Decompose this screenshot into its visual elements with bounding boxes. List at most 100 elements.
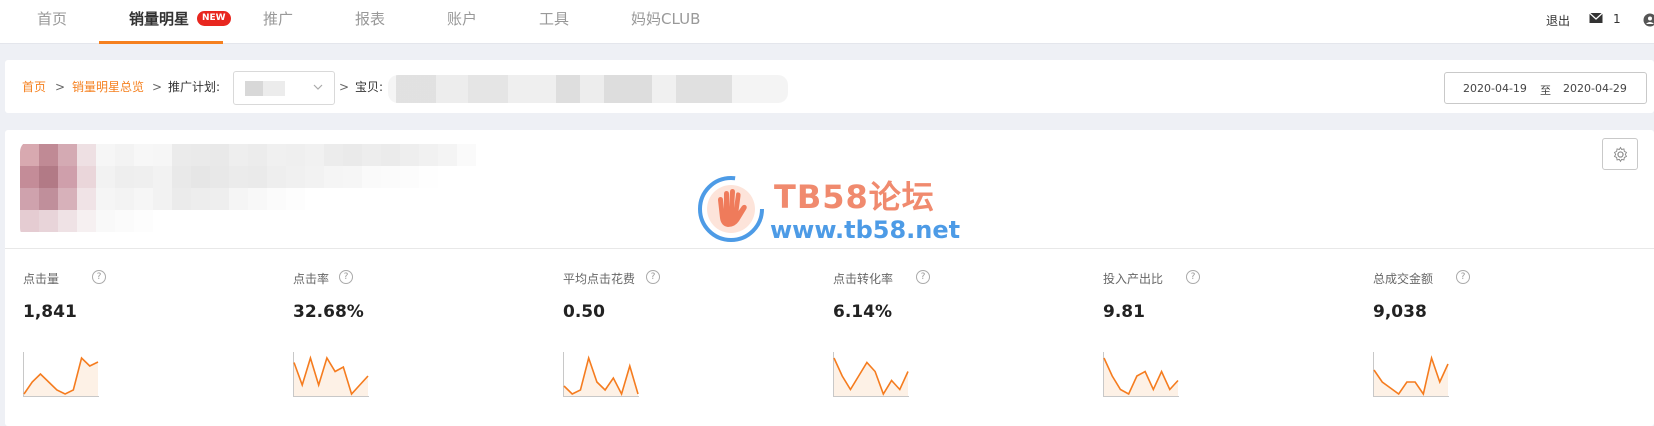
redaction-pixel xyxy=(229,188,248,210)
metric-label: 点击量 xyxy=(23,272,60,286)
metric-value: 32.68% xyxy=(293,302,364,322)
redaction-pixel xyxy=(248,144,267,166)
redaction-pixel xyxy=(419,144,438,166)
metric-label: 点击转化率 xyxy=(833,272,894,286)
redaction-pixel xyxy=(20,188,39,210)
mail-icon[interactable] xyxy=(1589,12,1603,27)
breadcrumb-home[interactable]: 首页 xyxy=(22,80,46,94)
nav-mama-club[interactable]: 妈妈CLUB xyxy=(631,0,700,44)
nav-account[interactable]: 账户 xyxy=(447,0,477,44)
redaction-pixel xyxy=(362,144,381,166)
redaction-pixel xyxy=(153,210,172,232)
redaction-pixel xyxy=(210,188,229,210)
redaction-pixel xyxy=(58,166,77,188)
help-icon[interactable]: ? xyxy=(1186,270,1200,284)
redaction-pixel xyxy=(115,166,134,188)
nav-home[interactable]: 首页 xyxy=(37,0,67,44)
breadcrumb-separator: > xyxy=(55,80,66,94)
redaction-pixel xyxy=(286,166,305,188)
nav-promotion[interactable]: 推广 xyxy=(263,0,293,44)
metric-label: 点击率 xyxy=(293,272,330,286)
trend-sparkline xyxy=(563,352,639,397)
redaction-pixel xyxy=(153,144,172,166)
product-info-redacted xyxy=(20,140,565,240)
redaction-pixel xyxy=(134,144,153,166)
redaction-pixel xyxy=(115,144,134,166)
metric-value: 6.14% xyxy=(833,302,892,322)
redaction-pixel xyxy=(419,210,438,232)
redaction-pixel xyxy=(267,210,286,232)
metric-card: 平均点击花费? 0.50 xyxy=(563,270,823,410)
date-separator: 至 xyxy=(1540,84,1551,97)
redaction-pixel xyxy=(438,188,457,210)
redaction-pixel xyxy=(324,144,343,166)
help-icon[interactable]: ? xyxy=(339,270,353,284)
redaction-pixel xyxy=(96,166,115,188)
redaction-pixel xyxy=(381,166,400,188)
trend-sparkline xyxy=(1103,352,1179,397)
nav-sales-star-label: 销量明星 xyxy=(129,10,190,28)
user-icon[interactable] xyxy=(1643,13,1654,30)
help-icon[interactable]: ? xyxy=(916,270,930,284)
plan-label: 推广计划: xyxy=(168,80,221,94)
redaction-pixel xyxy=(134,188,153,210)
redaction-pixel xyxy=(286,144,305,166)
plan-name-redacted xyxy=(245,81,285,96)
metric-value: 0.50 xyxy=(563,302,605,322)
metric-label: 总成交金额 xyxy=(1373,272,1434,286)
redaction-pixel xyxy=(267,144,286,166)
redaction-pixel xyxy=(400,188,419,210)
sparkline-area xyxy=(834,358,908,396)
redaction-pixel xyxy=(324,188,343,210)
nav-tools[interactable]: 工具 xyxy=(539,0,569,44)
redaction-pixel xyxy=(343,210,362,232)
watermark-title: TB58论坛 xyxy=(774,178,935,216)
metric-card: 点击转化率? 6.14% xyxy=(833,270,1093,410)
date-range-picker[interactable]: 2020-04-19 至 2020-04-29 xyxy=(1444,72,1647,104)
settings-button[interactable] xyxy=(1602,138,1638,170)
redaction-pixel xyxy=(267,188,286,210)
redaction-pixel xyxy=(305,210,324,232)
metric-card: 投入产出比? 9.81 xyxy=(1103,270,1363,410)
mail-count: 1 xyxy=(1613,12,1621,26)
metric-value: 9.81 xyxy=(1103,302,1145,322)
redaction-pixel xyxy=(419,166,438,188)
hand-logo-icon xyxy=(698,176,764,242)
nav-reports[interactable]: 报表 xyxy=(355,0,385,44)
help-icon[interactable]: ? xyxy=(1456,270,1470,284)
redaction-pixel xyxy=(400,144,419,166)
metric-card: 点击量? 1,841 xyxy=(23,270,283,410)
redaction-pixel xyxy=(419,188,438,210)
help-icon[interactable]: ? xyxy=(646,270,660,284)
redaction-pixel xyxy=(248,188,267,210)
redaction-pixel xyxy=(286,210,305,232)
redaction-pixel xyxy=(362,166,381,188)
redaction-pixel xyxy=(58,188,77,210)
redaction-pixel xyxy=(381,188,400,210)
forum-watermark: TB58论坛 www.tb58.net xyxy=(696,172,976,246)
breadcrumb-separator: > xyxy=(339,80,350,94)
top-nav: 首页 销量明星 NEW 推广 报表 账户 工具 妈妈CLUB 退出 1 xyxy=(0,0,1654,44)
redaction-pixel xyxy=(115,210,134,232)
logout-link[interactable]: 退出 xyxy=(1546,12,1570,29)
redaction-pixel xyxy=(286,188,305,210)
redaction-pixel xyxy=(58,210,77,232)
redaction-pixel xyxy=(134,166,153,188)
metric-label: 投入产出比 xyxy=(1103,272,1164,286)
breadcrumb-overview[interactable]: 销量明星总览 xyxy=(72,80,144,94)
redaction-pixel xyxy=(20,210,39,232)
redaction-pixel xyxy=(381,210,400,232)
new-badge: NEW xyxy=(197,11,231,26)
redaction-pixel xyxy=(115,188,134,210)
redaction-pixel xyxy=(172,188,191,210)
plan-select[interactable] xyxy=(233,71,335,105)
redaction-pixel xyxy=(229,166,248,188)
date-end: 2020-04-29 xyxy=(1563,82,1627,95)
sparkline-area xyxy=(1104,358,1178,396)
redaction-pixel xyxy=(362,210,381,232)
breadcrumb-bar: 首页 > 销量明星总览 > 推广计划: > 宝贝: 2020-04-19 至 2… xyxy=(5,60,1654,113)
redaction-pixel xyxy=(457,166,476,188)
chevron-down-icon xyxy=(313,84,323,90)
nav-sales-star[interactable]: 销量明星 xyxy=(129,0,189,44)
help-icon[interactable]: ? xyxy=(92,270,106,284)
